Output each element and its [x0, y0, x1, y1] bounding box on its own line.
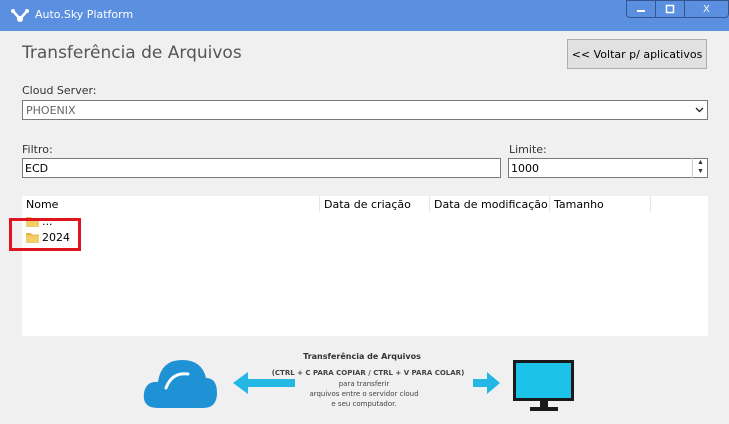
column-header-created[interactable]: Data de criação — [320, 196, 430, 212]
column-header-size[interactable]: Tamanho — [550, 196, 651, 212]
back-to-apps-button[interactable]: << Voltar p/ aplicativos — [567, 39, 707, 69]
monitor-icon — [513, 360, 574, 411]
filter-input[interactable]: ECD — [22, 158, 501, 178]
cloud-server-select[interactable]: PHOENIX — [22, 100, 708, 120]
spin-down-icon[interactable]: ▼ — [693, 167, 708, 176]
banner-title: Transferência de Arquivos — [303, 352, 421, 361]
spin-up-icon[interactable]: ▲ — [693, 158, 708, 167]
close-icon: X — [703, 3, 710, 15]
minimize-button[interactable] — [626, 0, 656, 18]
app-logo-icon — [11, 9, 29, 22]
arrow-right-icon — [473, 372, 500, 394]
banner-line-1: para transferir — [338, 380, 390, 388]
limit-label: Limite: — [509, 143, 547, 156]
banner-shortcut: (CTRL + C PARA COPIAR / CTRL + V PARA CO… — [271, 369, 465, 377]
banner-line-2: arquivos entre o servidor cloud — [309, 390, 419, 398]
limit-spinner[interactable]: ▲ ▼ — [692, 158, 708, 178]
page-title: Transferência de Arquivos — [22, 43, 242, 63]
title-bar: Auto.Sky Platform X — [0, 0, 729, 31]
file-list[interactable]: Nome Data de criação Data de modificação… — [22, 196, 708, 336]
minimize-icon — [637, 10, 645, 12]
window-title: Auto.Sky Platform — [35, 8, 134, 21]
cloud-server-label: Cloud Server: — [22, 84, 97, 97]
maximize-button[interactable] — [656, 0, 685, 18]
banner-line-3: e seu computador. — [331, 400, 397, 408]
transfer-banner: Transferência de Arquivos (CTRL + C PARA… — [0, 336, 729, 424]
window-controls: X — [626, 0, 729, 20]
filter-label: Filtro: — [22, 143, 53, 156]
chevron-down-icon — [695, 107, 704, 113]
column-header-modified[interactable]: Data de modificação — [430, 196, 550, 212]
highlight-box — [9, 218, 81, 251]
cloud-icon — [143, 360, 217, 408]
maximize-icon — [665, 4, 675, 14]
cloud-server-value: PHOENIX — [26, 104, 76, 117]
close-button[interactable]: X — [685, 0, 729, 18]
limit-input[interactable]: 1000 — [508, 158, 708, 178]
column-header-name[interactable]: Nome — [22, 196, 320, 212]
